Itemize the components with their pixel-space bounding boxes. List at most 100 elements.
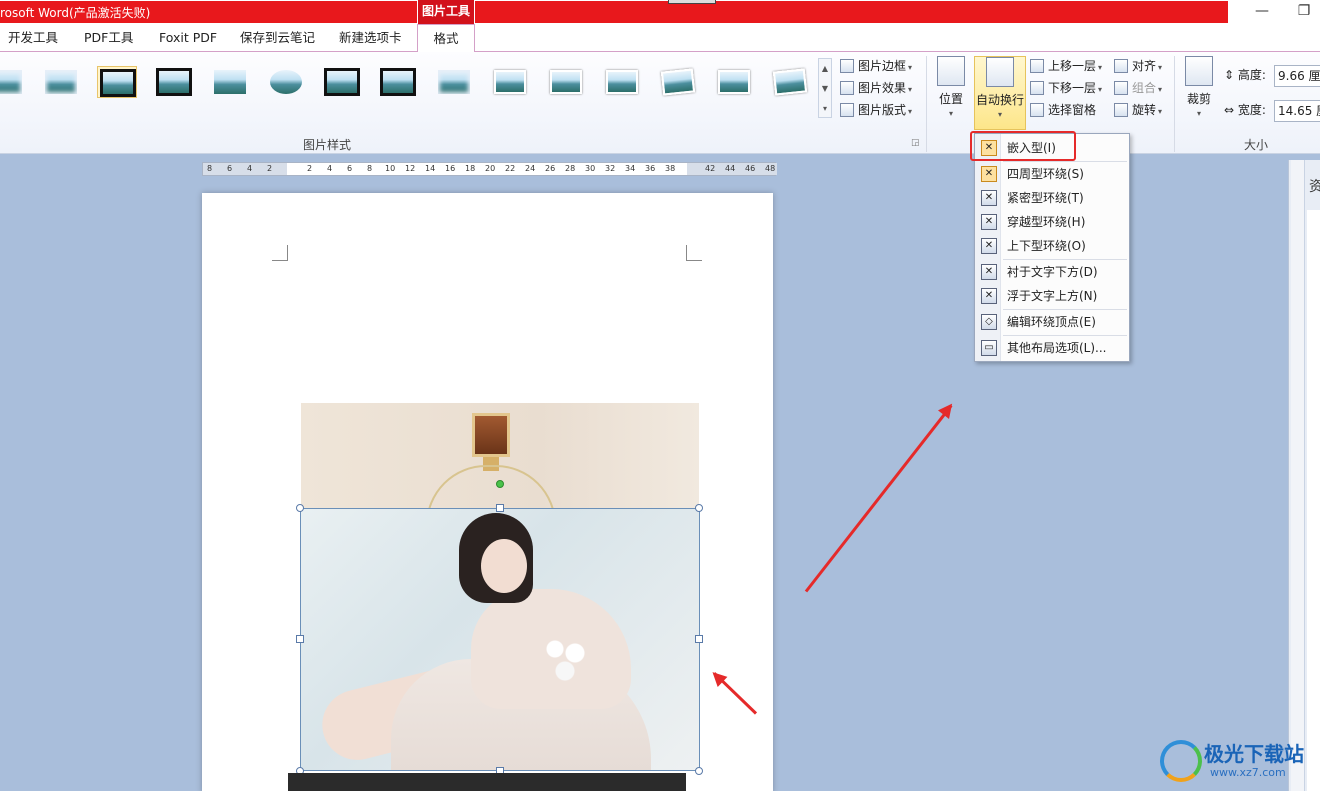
vertical-scrollbar[interactable] — [1291, 160, 1305, 791]
horizontal-ruler[interactable]: 8 6 4 2 2 4 6 8 10 12 14 16 18 20 22 24 26 28 30 32 34 36 38 42… — [202, 162, 777, 176]
menu-item-behind-text[interactable]: ✕ 衬于文字下方(D) — [975, 260, 1129, 284]
ruler-number: 8 — [367, 164, 373, 173]
in-front-text-icon: ✕ — [981, 288, 997, 304]
resize-handle-top-right[interactable] — [695, 504, 703, 512]
tab-save-to-cloud-notes[interactable]: 保存到云笔记 — [240, 24, 315, 52]
tab-new[interactable]: 新建选项卡 — [339, 24, 402, 52]
ruler-numbers: 8 6 4 2 2 4 6 8 10 12 14 16 18 20 22 24 26 28 30 32 34 36 38 42… — [203, 163, 777, 175]
restore-button[interactable]: ❐ — [1289, 3, 1319, 21]
width-input[interactable]: 14.65 厘 — [1274, 100, 1320, 122]
width-icon: ⇔ — [1224, 103, 1235, 117]
scroll-up-icon[interactable]: ▲ — [819, 59, 831, 79]
ruler-number: 34 — [625, 164, 636, 173]
document-page[interactable] — [202, 193, 773, 791]
picture-style-thumb[interactable] — [658, 66, 698, 98]
ruler-number: 10 — [385, 164, 396, 173]
align-button[interactable]: 对齐 ▾ — [1114, 56, 1162, 76]
annotation-arrow — [804, 404, 953, 593]
window-title: rosoft Word(产品激活失败) — [0, 6, 151, 20]
picture-style-thumb[interactable] — [210, 66, 250, 98]
ruler-number: 28 — [565, 164, 576, 173]
resize-handle-bottom-right[interactable] — [695, 767, 703, 775]
tab-foxit-pdf[interactable]: Foxit PDF — [159, 24, 217, 52]
picture-style-thumb[interactable] — [322, 66, 362, 98]
picture-style-thumb[interactable] — [770, 66, 810, 98]
menu-item-tight[interactable]: ✕ 紧密型环绕(T) — [975, 186, 1129, 210]
auto-wrap-button[interactable]: 自动换行 ▾ — [974, 56, 1026, 130]
selection-pane-button[interactable]: 选择窗格 — [1030, 100, 1096, 120]
selected-photo-image[interactable] — [300, 508, 700, 771]
align-icon — [1114, 59, 1128, 73]
resize-handle-right[interactable] — [695, 635, 703, 643]
tab-pdf-tools[interactable]: PDF工具 — [84, 24, 133, 52]
ruler-number: 18 — [465, 164, 476, 173]
watermark-name: 极光下载站 — [1204, 742, 1304, 766]
menu-item-top-bottom[interactable]: ✕ 上下型环绕(O) — [975, 234, 1129, 258]
picture-style-thumb[interactable] — [602, 66, 642, 98]
resize-handle-left[interactable] — [296, 635, 304, 643]
ribbon-tabs: 开发工具 PDF工具 Foxit PDF 保存到云笔记 新建选项卡 格式 — [0, 24, 1320, 53]
size-group-label: 大小 — [1244, 138, 1269, 152]
picture-effect-icon — [840, 81, 854, 95]
picture-style-thumb[interactable] — [490, 66, 530, 98]
rotate-button[interactable]: 旋转 ▾ — [1114, 100, 1162, 120]
minimize-button[interactable]: — — [1247, 3, 1277, 21]
resize-handle-top[interactable] — [496, 504, 504, 512]
width-label: 宽度: — [1237, 103, 1266, 117]
picture-style-thumb[interactable] — [41, 66, 81, 98]
more-layout-icon: ▭ — [981, 340, 997, 356]
group-icon — [1114, 81, 1128, 95]
watermark-logo-icon — [1160, 740, 1202, 782]
menu-item-more-layout[interactable]: ▭ 其他布局选项(L)... — [975, 336, 1129, 360]
ruler-number: 32 — [605, 164, 616, 173]
picture-layout-button[interactable]: 图片版式 ▾ — [840, 100, 912, 120]
picture-style-thumb[interactable] — [434, 66, 474, 98]
ruler-number: 48 — [765, 164, 776, 173]
crop-button[interactable]: 裁剪 ▾ — [1180, 56, 1218, 130]
menu-item-edit-wrap-points[interactable]: ◇ 编辑环绕顶点(E) — [975, 310, 1129, 334]
tab-developer[interactable]: 开发工具 — [8, 24, 58, 52]
ruler-number: 22 — [505, 164, 516, 173]
through-wrap-icon: ✕ — [981, 214, 997, 230]
picture-style-thumb[interactable] — [378, 66, 418, 98]
height-row: ⇕ 高度: 9.66 厘米 — [1224, 64, 1320, 87]
rotate-handle[interactable] — [496, 480, 504, 488]
position-button[interactable]: 位置 ▾ — [932, 56, 970, 130]
ruler-number: 14 — [425, 164, 436, 173]
picture-border-icon — [840, 59, 854, 73]
picture-layout-icon — [840, 103, 854, 117]
menu-item-square[interactable]: ✕ 四周型环绕(S) — [975, 162, 1129, 186]
menu-item-in-front-of-text[interactable]: ✕ 浮于文字上方(N) — [975, 284, 1129, 308]
picture-style-thumb[interactable] — [714, 66, 754, 98]
ruler-number: 4 — [247, 164, 253, 173]
gallery-more-icon[interactable]: ▾ — [819, 99, 831, 119]
picture-style-thumb[interactable] — [0, 66, 26, 98]
ruler-number: 6 — [227, 164, 233, 173]
group-button[interactable]: 组合 ▾ — [1114, 78, 1162, 98]
selection-pane-icon — [1030, 103, 1044, 117]
position-icon — [937, 56, 965, 86]
square-wrap-icon: ✕ — [981, 166, 997, 182]
bring-forward-button[interactable]: 上移一层 ▾ — [1030, 56, 1102, 76]
picture-style-thumb[interactable] — [266, 66, 306, 98]
picture-style-thumb[interactable] — [546, 66, 586, 98]
perfume-image[interactable] — [301, 403, 699, 545]
picture-style-thumb[interactable] — [154, 66, 194, 98]
menu-item-through[interactable]: ✕ 穿越型环绕(H) — [975, 210, 1129, 234]
margin-corner-mark — [272, 245, 288, 261]
rotate-icon — [1114, 103, 1128, 117]
picture-border-button[interactable]: 图片边框 ▾ — [840, 56, 912, 76]
styles-gallery-scroll[interactable]: ▲ ▼ ▾ — [818, 58, 832, 118]
dialog-launcher-icon[interactable]: ◲ — [911, 138, 920, 148]
scroll-down-icon[interactable]: ▼ — [819, 79, 831, 99]
picture-effect-button[interactable]: 图片效果 ▾ — [840, 78, 912, 98]
resize-handle-top-left[interactable] — [296, 504, 304, 512]
tight-wrap-icon: ✕ — [981, 190, 997, 206]
ruler-number: 24 — [525, 164, 536, 173]
title-bar-background — [0, 1, 1228, 23]
picture-style-thumb-selected[interactable] — [97, 66, 137, 98]
ruler-number: 30 — [585, 164, 596, 173]
tab-format[interactable]: 格式 — [417, 24, 475, 53]
height-input[interactable]: 9.66 厘米 — [1274, 65, 1320, 87]
send-backward-button[interactable]: 下移一层 ▾ — [1030, 78, 1102, 98]
